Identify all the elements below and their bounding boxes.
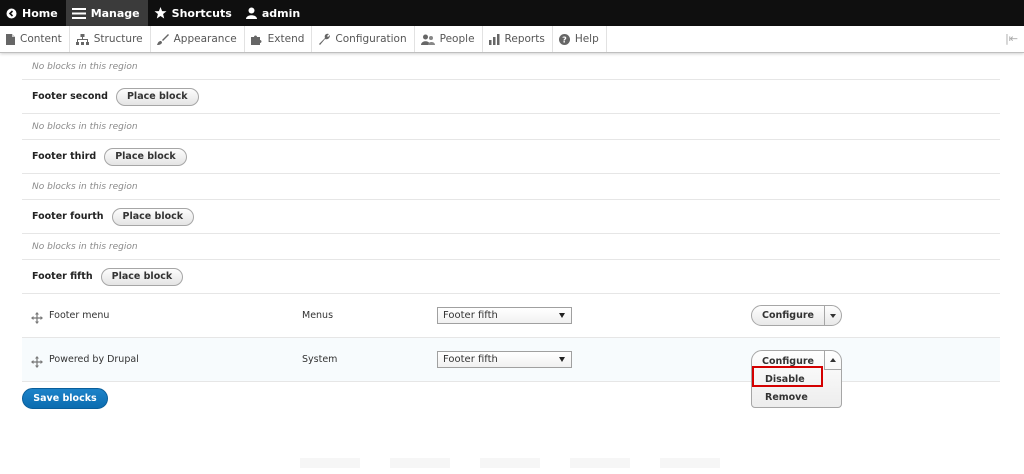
tray-item-label: Extend [267, 33, 305, 45]
question-icon: ? [558, 33, 570, 45]
faint-footer-artifact [300, 458, 740, 468]
tray-item-label: Content [20, 33, 62, 45]
save-blocks-button[interactable]: Save blocks [22, 388, 108, 409]
remove-option[interactable]: Remove [752, 389, 841, 407]
tray-item-help[interactable]: ? Help [553, 26, 607, 52]
tray-item-label: Reports [504, 33, 545, 45]
disable-option[interactable]: Disable [752, 370, 841, 388]
wrench-icon [318, 33, 331, 45]
tray-item-configuration[interactable]: Configuration [312, 26, 415, 52]
operations-dropbutton: Configure [751, 305, 842, 326]
tray-item-extend[interactable]: Extend [245, 26, 313, 52]
bar-chart-icon [488, 33, 500, 45]
region-title-row: Footer third Place block [22, 140, 1000, 174]
toolbar-home[interactable]: Home [0, 0, 66, 26]
region-empty-row: No blocks in this region [22, 234, 1000, 260]
dropbutton-toggle[interactable] [824, 306, 841, 325]
region-select[interactable]: Footer fifth [437, 307, 572, 324]
chevron-up-icon [830, 358, 836, 363]
configure-button[interactable]: Configure [752, 351, 824, 370]
hamburger-icon [71, 7, 86, 19]
dropbutton-toggle[interactable] [824, 351, 841, 371]
star-icon [154, 7, 167, 19]
region-select-value: Footer fifth [443, 354, 498, 365]
tray-item-label: Configuration [335, 33, 407, 45]
puzzle-icon [250, 34, 263, 45]
configure-button[interactable]: Configure [752, 306, 824, 325]
document-icon [6, 33, 15, 45]
tray-item-people[interactable]: People [415, 26, 483, 52]
paintbrush-icon [156, 33, 169, 45]
region-title: Footer fifth [32, 271, 93, 282]
sitemap-icon [75, 33, 89, 45]
drag-handle-icon[interactable] [31, 353, 43, 368]
place-block-button[interactable]: Place block [111, 207, 195, 226]
region-title: Footer fourth [32, 211, 104, 222]
toolbar-shortcuts-label: Shortcuts [171, 6, 232, 20]
region-empty-row: No blocks in this region [22, 114, 1000, 140]
block-category: System [302, 354, 338, 365]
toolbar-manage[interactable]: Manage [65, 0, 148, 26]
place-block-button[interactable]: Place block [104, 147, 187, 166]
tray-item-structure[interactable]: Structure [70, 26, 151, 52]
svg-text:?: ? [562, 35, 567, 44]
admin-toolbar: Home Manage Shortcuts admin [0, 0, 1024, 26]
region-title: Footer third [32, 151, 97, 162]
operations-dropbutton-open: Configure Disable Remove [751, 350, 842, 408]
block-layout-table: No blocks in this region Footer second P… [22, 54, 1000, 408]
tray-item-appearance[interactable]: Appearance [151, 26, 245, 52]
empty-region-text: No blocks in this region [32, 241, 138, 252]
tray-item-reports[interactable]: Reports [483, 26, 553, 52]
region-title-row: Footer fifth Place block [22, 260, 1000, 294]
region-title-row: Footer second Place block [22, 80, 1000, 114]
home-circle-icon [6, 8, 17, 19]
empty-region-text: No blocks in this region [32, 61, 138, 72]
select-arrow-icon [559, 313, 565, 318]
tray-item-label: Appearance [173, 33, 237, 45]
empty-region-text: No blocks in this region [32, 181, 138, 192]
empty-region-text: No blocks in this region [32, 121, 138, 132]
chevron-down-icon [830, 313, 836, 318]
region-title-row: Footer fourth Place block [22, 200, 1000, 234]
region-empty-row: No blocks in this region [22, 174, 1000, 200]
region-empty-row: No blocks in this region [22, 54, 1000, 80]
block-row: Powered by Drupal System Footer fifth Co… [22, 338, 1000, 408]
tray-item-label: People [439, 33, 475, 45]
block-row: Footer menu Menus Footer fifth Configure [22, 294, 1000, 338]
region-select-value: Footer fifth [443, 310, 498, 321]
select-arrow-icon [559, 357, 565, 362]
block-name: Powered by Drupal [49, 354, 139, 365]
people-icon [420, 34, 435, 45]
toolbar-manage-label: Manage [90, 6, 140, 20]
toolbar-home-label: Home [22, 6, 58, 20]
block-category: Menus [302, 310, 334, 321]
tray-orientation-toggle[interactable]: |⇤ [1005, 32, 1018, 45]
place-block-button[interactable]: Place block [100, 267, 184, 286]
region-select[interactable]: Footer fifth [437, 351, 572, 368]
admin-tray: Content Structure Appearance Extend Conf… [0, 26, 1024, 53]
region-title: Footer second [32, 91, 108, 102]
toolbar-user[interactable]: admin [240, 0, 308, 26]
place-block-button[interactable]: Place block [115, 87, 199, 106]
toolbar-user-label: admin [261, 6, 301, 20]
block-name: Footer menu [49, 310, 110, 321]
tray-item-label: Help [574, 33, 599, 45]
toolbar-shortcuts[interactable]: Shortcuts [148, 0, 240, 26]
tray-item-label: Structure [93, 33, 143, 45]
drag-handle-icon[interactable] [31, 309, 43, 324]
user-icon [245, 7, 257, 19]
tray-item-content[interactable]: Content [0, 26, 70, 52]
